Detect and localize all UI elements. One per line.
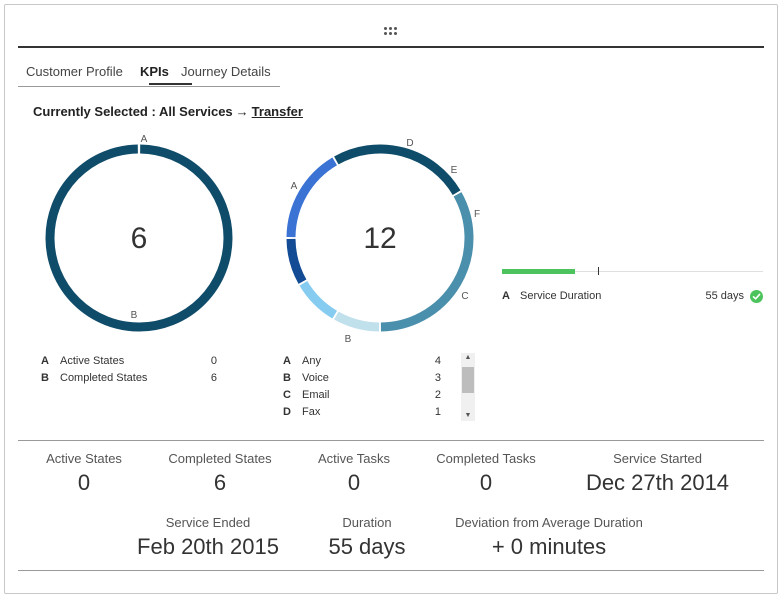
channels-segment-b[interactable] [334,144,461,196]
legend-value: 1 [434,406,441,418]
channels-total: 12 [363,222,396,255]
scrollbar-thumb[interactable] [462,367,474,393]
service-duration-value: 55 days [705,290,744,302]
stat-active-tasks: Active Tasks 0 [298,451,410,496]
stats-top-divider [18,440,764,441]
service-duration-key: A [502,290,510,302]
legend-key: A [41,355,49,367]
donut-label-b: B [131,310,138,321]
stat-value: 6 [213,470,227,495]
legend-label: Fax [302,406,321,418]
states-legend: A Active States 0 B Completed States 6 [41,355,221,389]
stat-value: 0 [77,470,91,495]
stat-value: 0 [479,470,493,495]
legend-value: 4 [434,355,441,367]
check-circle-icon [750,290,763,303]
tab-customer-profile[interactable]: Customer Profile [26,64,123,79]
stat-value: 55 days [328,534,406,559]
stat-label: Service Started [613,451,702,466]
channels-segment-f[interactable] [286,238,307,284]
stat-label: Active States [46,451,122,466]
selection-prefix: Currently Selected : All Services [33,104,233,119]
legend-row: B Completed States 6 [41,372,221,389]
legend-label: Any [302,355,321,367]
header-divider [18,46,764,48]
legend-key: B [41,372,49,384]
legend-value: 2 [434,389,441,401]
scroll-down-icon[interactable]: ▼ [461,411,475,421]
stat-value: 0 [347,470,361,495]
legend-value: 3 [434,372,441,384]
stat-value: + 0 minutes [491,534,607,559]
donut-label-c: C [461,291,468,302]
donut-label-d: D [406,138,413,149]
legend-row: C Email 2 [283,389,448,406]
legend-key: D [283,406,291,418]
legend-key: B [283,372,291,384]
stat-duration: Duration 55 days [312,515,422,560]
tab-bar: Customer Profile KPIs Journey Details [18,60,280,87]
stat-label: Service Ended [165,515,251,530]
donut-label-a: A [291,181,298,192]
legend-key: A [283,355,291,367]
donut-label-f: F [474,209,480,220]
stat-label: Duration [342,515,392,530]
stat-completed-states: Completed States 6 [155,451,285,496]
donut-label-b: B [345,334,352,345]
active-tab-indicator [149,83,192,85]
channels-segment-d[interactable] [334,311,380,332]
stat-service-started: Service Started Dec 27th 2014 [565,451,750,496]
legend-label: Active States [60,355,125,367]
donut-label-e: E [451,165,458,176]
legend-row: A Any 4 [283,355,448,372]
states-donut-chart: 6 A B [45,134,233,332]
tab-kpis[interactable]: KPIs [140,64,169,79]
stats-bottom-divider [18,570,764,571]
stat-label: Completed States [168,451,272,466]
stat-value: Dec 27th 2014 [585,470,730,495]
legend-value: 6 [210,372,217,384]
arrow-right-icon: → [235,104,249,119]
legend-row: B Voice 3 [283,372,448,389]
channels-segment-a[interactable] [380,192,474,332]
donut-label-a: A [141,134,148,145]
stat-value: Feb 20th 2015 [137,534,279,559]
stat-active-states: Active States 0 [24,451,144,496]
channels-legend: A Any 4 B Voice 3 C Email 2 D Fax 1 [283,355,448,423]
legend-label: Completed States [60,372,148,384]
channels-segment-e[interactable] [299,280,338,319]
legend-label: Voice [302,372,329,384]
stat-label: Active Tasks [317,451,390,466]
legend-row: D Fax 1 [283,406,448,423]
scroll-up-icon[interactable]: ▲ [461,353,475,363]
channels-segment-c[interactable] [286,157,338,238]
drag-handle-icon[interactable] [384,27,398,35]
legend-row: A Active States 0 [41,355,221,372]
channels-donut-chart: 12 A B C F E D [286,138,480,345]
selection-breadcrumb: Currently Selected : All Services → Transf… [33,104,303,119]
legend-value: 0 [210,355,217,367]
stat-completed-tasks: Completed Tasks 0 [421,451,551,496]
transfer-link[interactable]: Transfer [252,104,303,119]
service-duration-label: Service Duration [520,290,602,302]
stat-label: Completed Tasks [436,451,536,466]
stat-service-ended: Service Ended Feb 20th 2015 [118,515,298,560]
states-total: 6 [131,222,148,255]
average-duration-marker [598,267,599,275]
tab-journey-details[interactable]: Journey Details [181,64,271,79]
legend-scrollbar[interactable]: ▲ ▼ [461,353,475,421]
stat-label: Deviation from Average Duration [455,515,643,530]
legend-key: C [283,389,291,401]
legend-label: Email [302,389,330,401]
stat-deviation: Deviation from Average Duration + 0 minu… [432,515,666,560]
service-duration-bar [502,269,576,274]
